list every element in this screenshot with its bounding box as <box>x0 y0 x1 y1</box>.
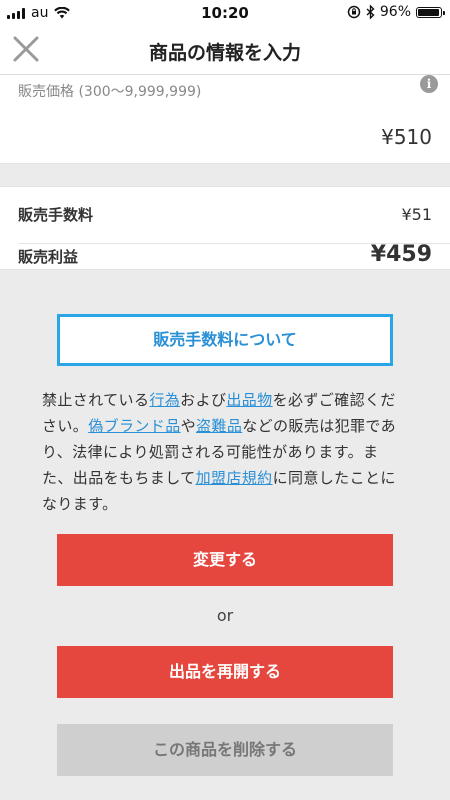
bluetooth-icon <box>366 5 375 19</box>
change-button[interactable]: 変更する <box>57 534 393 586</box>
battery-percent: 96% <box>379 4 411 20</box>
status-right: 96% <box>347 4 445 20</box>
fee-label: 販売手数料 <box>18 206 94 224</box>
price-value[interactable]: ¥510 <box>381 125 432 149</box>
price-range-row: 販売価格 (300〜9,999,999) i <box>0 75 450 112</box>
notice-text: 禁止されている行為および出品物を必ずご確認ください。偽ブランド品や盗難品などの販… <box>42 387 407 517</box>
link-merchant-terms[interactable]: 加盟店規約 <box>196 469 273 487</box>
link-counterfeit-goods[interactable]: 偽ブランド品 <box>88 417 180 435</box>
fee-row: 販売手数料 ¥51 <box>18 187 450 244</box>
profit-label: 販売利益 <box>18 248 79 266</box>
battery-icon <box>416 6 445 18</box>
orientation-lock-icon <box>347 5 361 19</box>
resume-listing-button[interactable]: 出品を再開する <box>57 646 393 698</box>
page-title: 商品の情報を入力 <box>148 42 301 64</box>
link-prohibited-actions[interactable]: 行為 <box>149 391 180 409</box>
fee-about-button[interactable]: 販売手数料について <box>57 314 393 366</box>
fee-value: ¥51 <box>401 205 432 224</box>
notice-text-part: 禁止されている <box>42 391 150 409</box>
nav-bar: 商品の情報を入力 <box>0 26 450 75</box>
delete-item-button[interactable]: この商品を削除する <box>57 724 393 776</box>
status-bar: au 10:20 96% <box>0 0 450 26</box>
notice-text-part: および <box>180 391 227 409</box>
info-icon[interactable]: i <box>420 75 438 93</box>
link-prohibited-items[interactable]: 出品物 <box>226 391 272 409</box>
price-range-label: 販売価格 (300〜9,999,999) <box>18 84 202 100</box>
battery-fill <box>418 8 440 16</box>
fee-section: 販売手数料 ¥51 販売利益 ¥459 <box>0 186 450 270</box>
or-separator: or <box>216 606 234 625</box>
notice-text-part: や <box>180 417 197 435</box>
profit-row: 販売利益 ¥459 <box>0 242 450 300</box>
profit-value: ¥459 <box>370 242 432 267</box>
price-input[interactable]: ¥510 <box>0 111 450 164</box>
link-stolen-goods[interactable]: 盗難品 <box>196 417 242 435</box>
